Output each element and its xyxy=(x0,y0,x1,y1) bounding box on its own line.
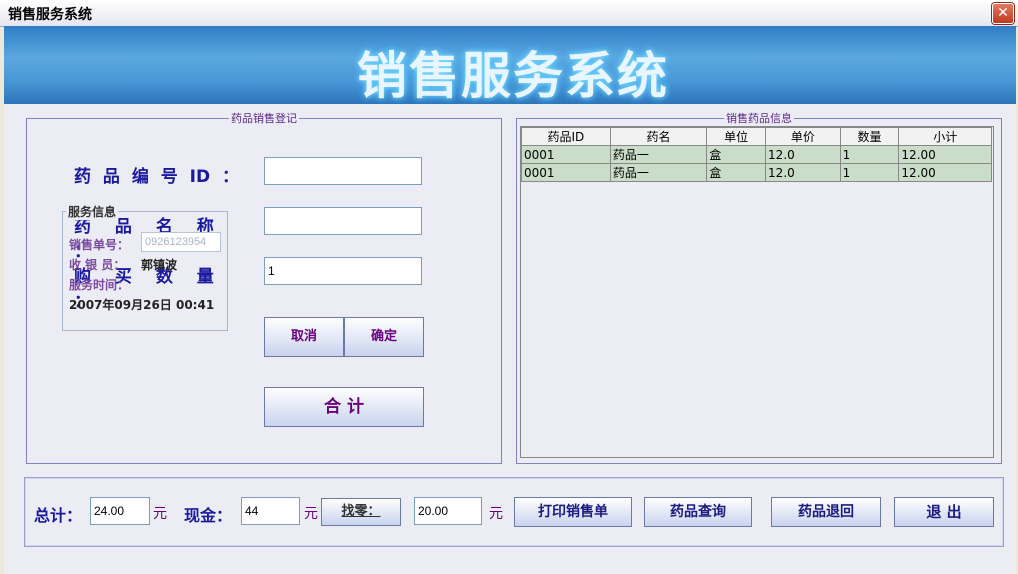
total-field[interactable] xyxy=(90,497,150,525)
table-cell: 0001 xyxy=(521,163,611,182)
column-header[interactable]: 小计 xyxy=(898,127,992,146)
total-unit: 元 xyxy=(153,506,167,522)
table-cell: 0001 xyxy=(521,145,611,164)
print-receipt-button[interactable]: 打印销售单 xyxy=(514,497,632,527)
change-unit: 元 xyxy=(489,506,503,522)
service-time-label: 服务时间： xyxy=(69,278,130,292)
order-no-label: 销售单号： xyxy=(69,238,130,252)
cash-field[interactable] xyxy=(241,497,300,525)
cash-label: 现金： xyxy=(184,506,233,525)
table-cell: 1 xyxy=(839,145,900,164)
quantity-input[interactable] xyxy=(264,257,422,285)
table-cell: 1 xyxy=(839,163,900,182)
column-header[interactable]: 单价 xyxy=(765,127,841,146)
banner: 销售服务系统 xyxy=(4,26,1016,105)
window-title: 销售服务系统 xyxy=(8,7,92,23)
drug-name-input[interactable] xyxy=(264,207,422,235)
table-row[interactable]: 0001 药品一 盒 12.0 1 12.00 xyxy=(521,145,992,164)
table-cell: 12.0 xyxy=(765,163,841,182)
order-no-field xyxy=(141,232,221,252)
table-cell: 药品一 xyxy=(609,145,708,164)
table-cell: 12.00 xyxy=(898,163,992,182)
column-header[interactable]: 药品ID xyxy=(521,127,611,146)
total-button[interactable]: 合 计 xyxy=(264,387,424,427)
service-info-box: 服务信息 销售单号： 收 银 员： 郭镇波 服务时间： 2007年09月26日 … xyxy=(62,203,228,331)
table-cell: 12.00 xyxy=(898,145,992,164)
cash-unit: 元 xyxy=(304,506,318,522)
register-legend: 药品销售登记 xyxy=(231,112,297,125)
cashier-value: 郭镇波 xyxy=(141,258,178,272)
column-header[interactable]: 药名 xyxy=(609,127,708,146)
confirm-button[interactable]: 确定 xyxy=(344,317,424,357)
table-cell: 盒 xyxy=(706,145,767,164)
change-field[interactable] xyxy=(414,497,482,525)
drug-id-input[interactable] xyxy=(264,157,422,185)
drug-query-button[interactable]: 药品查询 xyxy=(644,497,752,527)
sales-table: 药品ID 药名 单位 单价 数量 小计 0001 药品一 盒 12.0 1 12… xyxy=(521,127,992,182)
total-label: 总计： xyxy=(34,506,83,525)
cancel-button[interactable]: 取消 xyxy=(264,317,344,357)
column-header[interactable]: 单位 xyxy=(706,127,767,146)
table-header: 药品ID 药名 单位 单价 数量 小计 xyxy=(521,127,992,146)
cashier-label: 收 银 员： xyxy=(69,258,126,272)
table-cell: 盒 xyxy=(706,163,767,182)
close-icon[interactable]: ✕ xyxy=(992,3,1014,24)
banner-title: 销售服务系统 xyxy=(357,47,669,105)
drug-return-button[interactable]: 药品退回 xyxy=(771,497,881,527)
id-label: 药 品 编 号 ID ： xyxy=(74,167,240,187)
service-info-title: 服务信息 xyxy=(66,203,119,220)
table-cell: 12.0 xyxy=(765,145,841,164)
exit-button[interactable]: 退 出 xyxy=(894,497,994,527)
table-row[interactable]: 0001 药品一 盒 12.0 1 12.00 xyxy=(521,163,992,182)
title-bar: 销售服务系统 ✕ xyxy=(0,0,1018,27)
column-header[interactable]: 数量 xyxy=(839,127,900,146)
change-button[interactable]: 找零： xyxy=(321,498,401,526)
sales-legend: 销售药品信息 xyxy=(726,112,792,125)
table-cell: 药品一 xyxy=(609,163,708,182)
service-time-value: 2007年09月26日 00:41 xyxy=(69,298,215,312)
